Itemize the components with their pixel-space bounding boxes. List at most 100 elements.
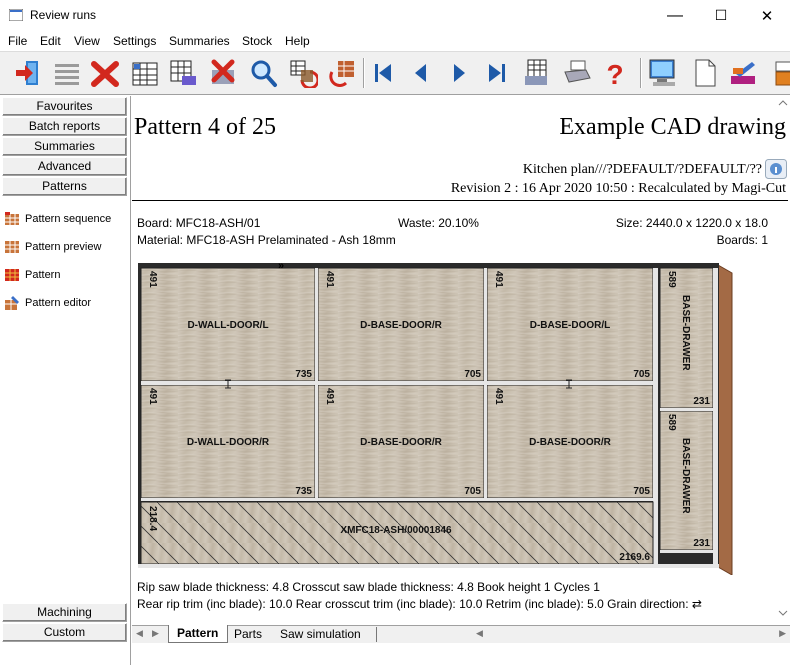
search-icon[interactable]	[246, 56, 280, 90]
sidebar-item-pattern-sequence[interactable]: Pattern sequence	[4, 209, 111, 229]
sidebar-item-pattern-preview[interactable]: Pattern preview	[4, 237, 101, 257]
boards-count: Boards: 1	[716, 233, 768, 247]
printer-icon[interactable]	[560, 56, 594, 90]
tab-parts[interactable]: Parts	[234, 627, 262, 641]
last-icon[interactable]	[480, 56, 514, 90]
part-width: 705	[464, 486, 481, 497]
scroll-left-icon[interactable]: ◀	[476, 628, 483, 639]
part-width: 705	[633, 486, 650, 497]
close-button[interactable]: ✕	[744, 0, 790, 31]
sidebar-item-label: Pattern	[25, 269, 61, 281]
minimize-button[interactable]: —	[652, 0, 698, 31]
offcut-label: XMFC18-ASH/00001846	[340, 525, 452, 536]
next-icon[interactable]	[442, 56, 476, 90]
drawer-height: 589	[666, 414, 677, 431]
header-divider	[132, 200, 788, 201]
info-icon[interactable]	[765, 159, 787, 179]
part-label: D-BASE-DOOR/L	[530, 320, 611, 331]
part-label: D-BASE-DOOR/R	[529, 437, 611, 448]
tab-saw-simulation[interactable]: Saw simulation	[280, 627, 361, 641]
part-width: 705	[633, 369, 650, 380]
cut-line	[141, 498, 653, 501]
list-icon[interactable]	[50, 56, 84, 90]
tab-label: Pattern	[177, 626, 219, 640]
trim-settings-line: Rear rip trim (inc blade): 10.0 Rear cro…	[137, 597, 702, 611]
part-label: D-WALL-DOOR/R	[187, 437, 270, 448]
board-edge	[717, 264, 733, 575]
part-height: 491	[493, 388, 504, 405]
sidebar-item-pattern[interactable]: Pattern	[4, 265, 60, 285]
maximize-button[interactable]: ☐	[698, 0, 744, 31]
sidebar: Favourites Batch reports Summaries Advan…	[0, 96, 131, 665]
scroll-up-arrow[interactable]	[778, 98, 788, 108]
scroll-down-arrow[interactable]	[778, 608, 788, 618]
cut-line	[315, 268, 318, 498]
drawing-title: Example CAD drawing	[559, 114, 786, 140]
horizontal-scrollbar[interactable]: ◀ ▶	[472, 625, 790, 643]
cut-line	[660, 550, 713, 553]
sidebar-button-favourites[interactable]: Favourites	[2, 97, 127, 116]
pattern-icon	[5, 269, 19, 281]
menu-help[interactable]: Help	[285, 34, 310, 48]
report-icon[interactable]	[520, 56, 554, 90]
rotate-red-icon[interactable]	[326, 56, 360, 90]
cut-line	[653, 268, 658, 564]
drawer-label: BASE-DRAWER	[680, 438, 691, 514]
grid-print-icon[interactable]	[166, 56, 200, 90]
menu-view[interactable]: View	[74, 34, 100, 48]
monitor-icon[interactable]	[646, 56, 680, 90]
pattern-view: Pattern 4 of 25 Example CAD drawing Kitc…	[132, 96, 790, 665]
help-icon[interactable]: ?	[598, 56, 632, 90]
saw-settings-line: Rip saw blade thickness: 4.8 Crosscut sa…	[137, 580, 600, 594]
exit-icon[interactable]	[12, 56, 46, 90]
waste-value: Waste: 20.10%	[398, 216, 479, 230]
sidebar-button-advanced[interactable]: Advanced	[2, 157, 127, 176]
title-bar: Review runs — ☐ ✕	[0, 0, 790, 31]
cutting-pattern-drawing[interactable]: » D-WALL-DOOR/L D-BASE-DOOR/R D-BASE-DOO…	[138, 263, 748, 575]
menu-file[interactable]: File	[8, 34, 27, 48]
toolbar-separator	[363, 58, 365, 88]
job-path: Kitchen plan///?DEFAULT/?DEFAULT/??	[522, 162, 762, 177]
rotate-icon[interactable]	[286, 56, 320, 90]
revision-line: Revision 2 : 16 Apr 2020 10:50 : Recalcu…	[450, 181, 786, 196]
drawer-height: 589	[666, 271, 677, 288]
toolbar-separator	[640, 58, 642, 88]
grid-icon[interactable]	[128, 56, 162, 90]
page-title: Pattern 4 of 25	[134, 114, 276, 140]
palette-icon[interactable]	[726, 56, 760, 90]
sidebar-item-pattern-editor[interactable]: Pattern editor	[4, 293, 91, 313]
cut-line	[660, 408, 713, 411]
part-label: D-WALL-DOOR/L	[187, 320, 268, 331]
scroll-right-icon[interactable]: ▶	[779, 628, 786, 639]
part-height: 491	[324, 388, 335, 405]
part-height: 491	[147, 388, 158, 405]
sidebar-button-summaries[interactable]: Summaries	[2, 137, 127, 156]
cut-line	[484, 268, 487, 498]
part-label: D-BASE-DOOR/R	[360, 320, 442, 331]
page-icon[interactable]	[688, 56, 722, 90]
sidebar-button-machining[interactable]: Machining	[2, 603, 127, 622]
first-icon[interactable]	[366, 56, 400, 90]
board-code: Board: MFC18-ASH/01	[137, 216, 261, 230]
previous-icon[interactable]	[404, 56, 438, 90]
sidebar-button-patterns[interactable]: Patterns	[2, 177, 127, 196]
box-icon[interactable]	[764, 56, 790, 90]
sidebar-button-batch-reports[interactable]: Batch reports	[2, 117, 127, 136]
offcut-height: 218.4	[147, 506, 158, 531]
menu-summaries[interactable]: Summaries	[169, 34, 230, 48]
menu-settings[interactable]: Settings	[113, 34, 156, 48]
part-height: 491	[493, 271, 504, 288]
delete-icon[interactable]	[88, 56, 122, 90]
part-width: 735	[295, 486, 312, 497]
menu-edit[interactable]: Edit	[40, 34, 61, 48]
menu-stock[interactable]: Stock	[242, 34, 272, 48]
tab-pattern[interactable]: Pattern	[168, 625, 228, 643]
sidebar-item-label: Pattern preview	[25, 241, 102, 253]
svg-text:?: ?	[606, 59, 623, 88]
delete-print-icon[interactable]	[206, 56, 240, 90]
sidebar-button-custom[interactable]: Custom	[2, 623, 127, 642]
tab-scroll-left-icon[interactable]: ◀	[136, 628, 143, 639]
tab-scroll-right-icon[interactable]: ▶	[152, 628, 159, 639]
sidebar-item-label: Pattern sequence	[25, 213, 112, 225]
app-icon	[9, 9, 23, 21]
